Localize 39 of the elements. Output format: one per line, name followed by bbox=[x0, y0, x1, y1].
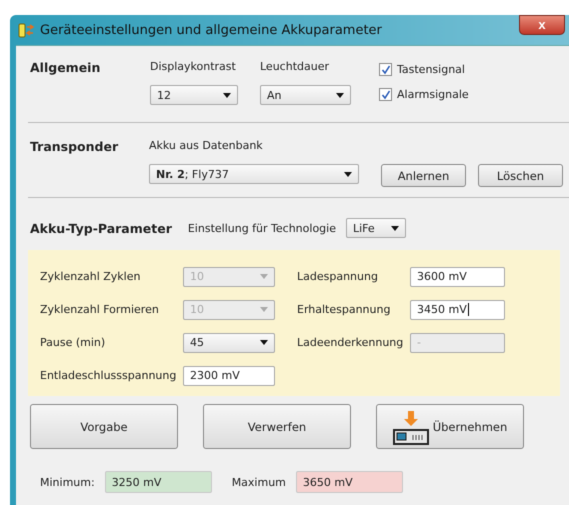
close-button[interactable]: x bbox=[519, 15, 565, 35]
contrast-dropdown[interactable]: 12 bbox=[150, 85, 238, 105]
section-heading: Transponder bbox=[30, 139, 120, 156]
field-label: Ladespannung bbox=[297, 270, 379, 283]
duration-dropdown[interactable]: An bbox=[260, 85, 351, 105]
device-icon bbox=[392, 410, 429, 444]
input-field[interactable]: 3600 mV bbox=[410, 266, 505, 286]
field-label: Zyklenzahl Zyklen bbox=[40, 270, 142, 283]
action-button[interactable]: Anlernen bbox=[381, 164, 466, 187]
limit-field: 3650 mV bbox=[296, 471, 403, 493]
battery-dropdown[interactable]: Nr. 2; Fly737 bbox=[149, 164, 359, 184]
input-field[interactable]: 2300 mV bbox=[183, 366, 275, 386]
field-label: Leuchtdauer bbox=[260, 60, 330, 73]
action-button[interactable]: Verwerfen bbox=[203, 404, 351, 449]
field-label: Zyklenzahl Formieren bbox=[40, 303, 160, 316]
value-dropdown[interactable]: 45 bbox=[183, 332, 275, 352]
field-label: Displaykontrast bbox=[150, 60, 237, 73]
field-label: Erhaltespannung bbox=[297, 303, 392, 316]
limit-label: Minimum: bbox=[40, 476, 95, 488]
action-button[interactable]: Übernehmen bbox=[376, 404, 524, 449]
checkbox[interactable] bbox=[379, 63, 392, 76]
section-heading: Allgemein bbox=[30, 60, 102, 77]
field-label: Pause (min) bbox=[40, 336, 106, 349]
action-button[interactable]: Löschen bbox=[478, 164, 563, 187]
limit-label: Maximum bbox=[232, 476, 286, 488]
technology-dropdown[interactable]: LiFe bbox=[346, 218, 406, 238]
field-label: Akku aus Datenbank bbox=[149, 139, 264, 152]
window-title: Geräteeinstellungen und allgemeine Akkuparameter bbox=[40, 22, 382, 38]
checkbox-label: Alarmsignale bbox=[397, 88, 469, 101]
field-label: Einstellung für Technologie bbox=[188, 222, 336, 234]
action-button[interactable]: Vorgabe bbox=[30, 404, 178, 449]
input-field[interactable]: 3450 mV bbox=[410, 300, 505, 320]
field-label: Ladeenderkennung bbox=[297, 336, 404, 349]
section-heading: Akku-Typ-Parameter bbox=[30, 220, 172, 236]
limit-field: 3250 mV bbox=[104, 471, 212, 493]
field-label: Entladeschlussspannung bbox=[40, 369, 178, 382]
checkbox[interactable] bbox=[379, 88, 392, 101]
checkbox-label: Tastensignal bbox=[397, 63, 465, 76]
battery-icon bbox=[18, 22, 34, 38]
